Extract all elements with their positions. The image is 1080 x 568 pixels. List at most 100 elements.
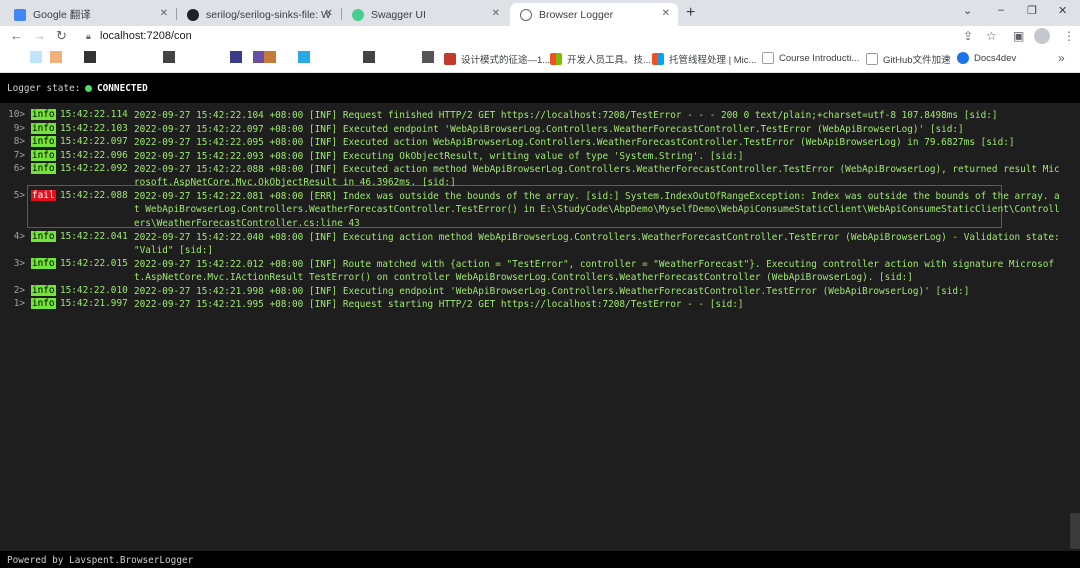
logger-state-bar: Logger state: CONNECTED: [0, 73, 1080, 103]
side-panel-icon[interactable]: ▣: [1013, 29, 1024, 43]
bookmark-icon[interactable]: [264, 51, 276, 63]
close-icon[interactable]: ✕: [662, 8, 670, 19]
bookmark-label: Docs4dev: [974, 52, 1017, 64]
close-icon[interactable]: ✕: [325, 8, 333, 19]
bookmark-item[interactable]: Docs4dev: [957, 52, 1016, 64]
tab-strip: Google 翻译 ✕ serilog/serilog-sinks-file: …: [0, 0, 1080, 26]
log-time: 15:42:22.096: [60, 149, 128, 161]
log-message: 2022-09-27 15:42:22.104 +08:00 [INF] Req…: [134, 110, 998, 121]
log-level-badge: info: [31, 284, 56, 296]
tab-google-translate[interactable]: Google 翻译 ✕: [4, 3, 176, 26]
log-time: 15:42:22.015: [60, 257, 128, 269]
page-footer: Powered by Lavspent.BrowserLogger: [0, 551, 1080, 568]
bookmark-item[interactable]: 开发人员工具、技...: [550, 52, 651, 66]
scrollbar[interactable]: [1070, 513, 1080, 549]
docs4dev-icon: [957, 52, 969, 64]
tab-title: Google 翻译: [33, 9, 91, 21]
new-tab-button[interactable]: +: [686, 4, 695, 22]
log-level-badge: info: [31, 257, 56, 269]
bookmark-label: Course Introducti...: [779, 52, 860, 64]
log-message: 2022-09-27 15:42:22.088 +08:00 [INF] Exe…: [134, 164, 1060, 189]
log-message: 2022-09-27 15:42:22.097 +08:00 [INF] Exe…: [134, 123, 964, 135]
google-translate-icon: [14, 8, 26, 21]
bookmark-icon[interactable]: [298, 51, 310, 63]
close-icon[interactable]: ✕: [492, 8, 500, 19]
bookmark-icon[interactable]: [30, 51, 42, 63]
tab-browser-logger[interactable]: Browser Logger ✕: [510, 3, 678, 26]
bookmark-icon[interactable]: [163, 51, 175, 63]
log-message: 2022-09-27 15:42:22.081 +08:00 [ERR] Ind…: [134, 191, 1060, 229]
restore-button[interactable]: ❐: [1027, 4, 1037, 17]
bookmark-label: 托管线程处理 | Mic...: [669, 55, 757, 66]
log-time: 15:42:22.103: [60, 122, 128, 134]
bookmark-icon[interactable]: [363, 51, 375, 63]
close-icon[interactable]: ✕: [160, 8, 168, 19]
back-icon[interactable]: ←: [10, 28, 23, 43]
log-time: 15:42:22.092: [60, 163, 128, 174]
log-line-number: 5>: [13, 190, 25, 201]
bookmark-icon[interactable]: [230, 51, 242, 63]
logger-state-value: CONNECTED: [97, 83, 148, 94]
log-message: 2022-09-27 15:42:22.012 +08:00 [INF] Rou…: [134, 258, 1055, 283]
lock-icon[interactable]: 🔒︎: [86, 31, 91, 42]
log-message: 2022-09-27 15:42:22.093 +08:00 [INF] Exe…: [134, 150, 744, 162]
bookmark-item[interactable]: 托管线程处理 | Mic...: [652, 52, 756, 66]
log-time: 15:42:22.097: [60, 136, 128, 147]
log-line-number: 2>: [13, 284, 25, 296]
tab-title: serilog/serilog-sinks-file: Writ: [206, 8, 330, 21]
bookmark-icon[interactable]: [50, 51, 62, 63]
bookmark-label: 开发人员工具、技...: [567, 55, 651, 66]
log-level-badge: info: [31, 136, 56, 147]
log-line-number: 4>: [13, 230, 25, 242]
forward-icon[interactable]: →: [33, 28, 46, 43]
tab-swagger[interactable]: Swagger UI ✕: [342, 3, 508, 26]
minimize-button[interactable]: –: [998, 4, 1004, 16]
globe-icon: [520, 8, 532, 21]
log-time: 15:42:21.997: [60, 298, 128, 309]
menu-icon[interactable]: ⋮: [1063, 29, 1075, 43]
page-icon: [762, 52, 774, 64]
profile-avatar[interactable]: [1034, 28, 1050, 44]
tab-title: Browser Logger: [539, 8, 614, 21]
log-time: 15:42:22.010: [60, 284, 128, 296]
log-line-number: 6>: [13, 163, 25, 174]
url-text[interactable]: localhost:7208/con: [100, 30, 192, 42]
log-line-number: 9>: [13, 122, 25, 134]
bookmarks-bar: 设计模式的征途—1... 开发人员工具、技... 托管线程处理 | Mic...…: [0, 47, 1080, 73]
log-level-badge: info: [31, 149, 56, 161]
log-time: 15:42:22.114: [60, 109, 128, 120]
tab-search-chevron-icon[interactable]: ⌄: [963, 4, 972, 17]
bookmark-item[interactable]: 设计模式的征途—1...: [444, 52, 550, 66]
log-line-number: 1>: [13, 298, 25, 309]
more-bookmarks-icon[interactable]: »: [1058, 51, 1065, 65]
log-level-badge: info: [31, 230, 56, 242]
log-message: 2022-09-27 15:42:22.095 +08:00 [INF] Exe…: [134, 137, 1015, 148]
log-level-badge: info: [31, 298, 56, 309]
footer-text: Powered by Lavspent.BrowserLogger: [7, 555, 194, 566]
browser-toolbar: ← → ↻ 🔒︎ localhost:7208/con ⇪ ☆ ▣ ⋮: [0, 26, 1080, 47]
swagger-icon: [352, 8, 364, 21]
log-time: 15:42:22.088: [60, 190, 128, 201]
tab-title: Swagger UI: [371, 8, 426, 21]
bookmark-icon[interactable]: [84, 51, 96, 63]
tab-github[interactable]: serilog/serilog-sinks-file: Writ ✕: [177, 3, 341, 26]
log-line-number: 10>: [8, 109, 25, 120]
github-icon: [187, 8, 199, 21]
log-time: 15:42:22.041: [60, 230, 128, 242]
address-bar[interactable]: 🔒︎ localhost:7208/con: [78, 27, 1002, 46]
log-level-badge: info: [31, 163, 56, 174]
log-line-number: 7>: [13, 149, 25, 161]
bookmark-item[interactable]: GitHub文件加速: [866, 52, 951, 66]
bookmark-item[interactable]: Course Introducti...: [762, 52, 859, 64]
share-icon[interactable]: ⇪: [963, 29, 973, 43]
log-level-badge: fail: [31, 190, 56, 201]
window-close-button[interactable]: ✕: [1058, 4, 1067, 17]
status-dot-icon: [85, 85, 92, 92]
log-line-number: 8>: [13, 136, 25, 147]
logger-page: Logger state: CONNECTED 10> info 15:42:2…: [0, 73, 1080, 568]
reload-icon[interactable]: ↻: [56, 28, 67, 44]
log-level-badge: info: [31, 122, 56, 134]
bookmark-icon[interactable]: [422, 51, 434, 63]
bookmark-star-icon[interactable]: ☆: [986, 29, 997, 43]
microsoft-icon: [550, 53, 562, 65]
